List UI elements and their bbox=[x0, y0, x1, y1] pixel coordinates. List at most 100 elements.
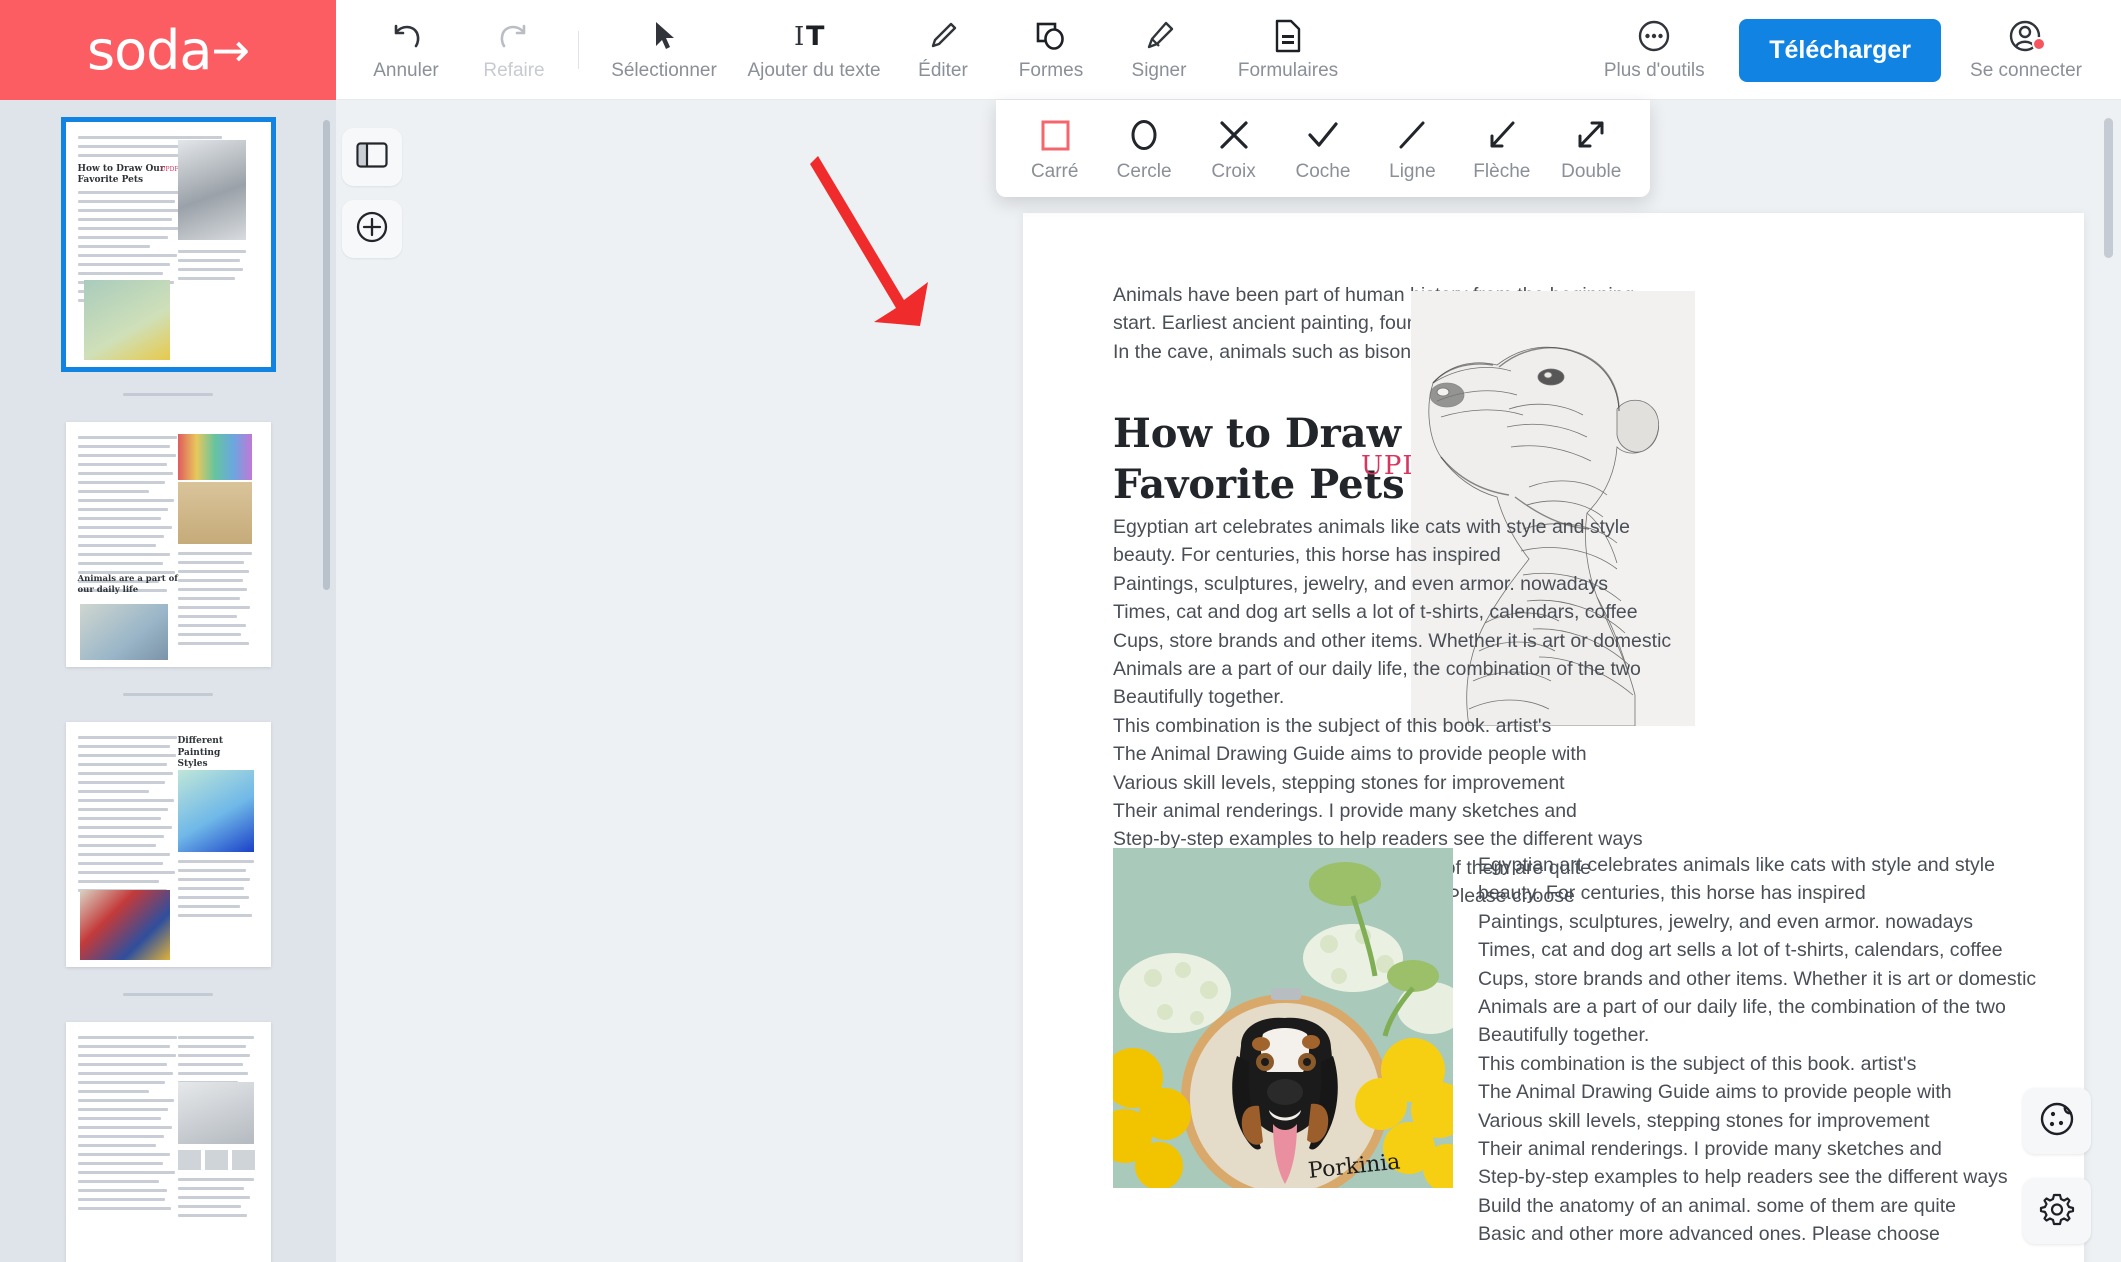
tool-sign[interactable]: Signer bbox=[1105, 0, 1213, 100]
sign-in-label: Se connecter bbox=[1970, 60, 2082, 82]
list-item[interactable]: How to Draw Our Favorite Pets UPDF bbox=[0, 122, 336, 422]
shape-option-circle[interactable]: Cercle bbox=[1101, 115, 1187, 183]
body2-line-13: Build the anatomy of an animal. some of … bbox=[1478, 1192, 2038, 1220]
toolbar-tools: Annuler Refaire Sélectionner I T Ajouter… bbox=[336, 0, 1363, 100]
sidebar-scrollbar[interactable] bbox=[323, 120, 330, 590]
tool-add-text[interactable]: I T Ajouter du texte bbox=[739, 0, 889, 100]
body2-line-1: Egyptian art celebrates animals like cat… bbox=[1478, 851, 2038, 879]
list-item[interactable] bbox=[0, 1022, 336, 1262]
tool-redo[interactable]: Refaire bbox=[460, 0, 568, 100]
thumbnail-1-note: UPDF bbox=[161, 166, 179, 173]
shape-option-double-label: Double bbox=[1561, 161, 1621, 183]
shape-option-check-label: Coche bbox=[1296, 161, 1351, 183]
thumbnail-separator bbox=[123, 993, 213, 996]
body2-line-12: Step-by-step examples to help readers se… bbox=[1478, 1163, 2038, 1191]
body2-line-11: Their animal renderings. I provide many … bbox=[1478, 1135, 2038, 1163]
thumbnail-2-brushes-image bbox=[178, 482, 252, 544]
shape-option-double-arrow[interactable]: Double bbox=[1548, 115, 1634, 183]
body-line-1: Egyptian art celebrates animals like cat… bbox=[1113, 513, 1673, 541]
sign-pen-icon bbox=[1143, 19, 1175, 53]
thumbnail-3-heading: Different Painting Styles bbox=[178, 736, 253, 771]
notification-badge bbox=[2032, 37, 2046, 51]
document-right-column: Egyptian art celebrates animals like cat… bbox=[1478, 851, 2038, 1249]
tool-more-tools[interactable]: Plus d'outils bbox=[1579, 0, 1729, 100]
document-viewport[interactable]: Animals have been part of human history … bbox=[336, 100, 2121, 1262]
thumbnail-4-corgi-image bbox=[178, 1082, 254, 1144]
square-icon bbox=[1035, 115, 1075, 155]
thumbnail-list: How to Draw Our Favorite Pets UPDF bbox=[0, 100, 336, 1262]
thumbnail-4-sketch-c bbox=[232, 1150, 255, 1170]
thumbnail-1-sketch-image bbox=[178, 140, 246, 240]
pdf-page[interactable]: Animals have been part of human history … bbox=[1023, 213, 2084, 1262]
shape-option-square[interactable]: Carré bbox=[1012, 115, 1098, 183]
body-line-3: Paintings, sculptures, jewelry, and even… bbox=[1113, 570, 1673, 598]
double-arrow-icon bbox=[1571, 115, 1611, 155]
add-circle-icon bbox=[355, 210, 389, 249]
tool-shapes[interactable]: Formes bbox=[997, 0, 1105, 100]
shape-option-line[interactable]: Ligne bbox=[1369, 115, 1455, 183]
tool-redo-label: Refaire bbox=[483, 60, 544, 82]
tool-add-text-label: Ajouter du texte bbox=[747, 60, 880, 82]
thumbnail-4-sketch-b bbox=[205, 1150, 228, 1170]
thumbnail-page-3[interactable]: Different Painting Styles bbox=[66, 722, 271, 967]
add-text-icon: I T bbox=[792, 19, 836, 53]
tool-edit[interactable]: Éditer bbox=[889, 0, 997, 100]
body-line-11: Their animal renderings. I provide many … bbox=[1113, 797, 1673, 825]
app-logo[interactable]: soda → bbox=[0, 0, 336, 100]
toggle-sidebar-button[interactable] bbox=[342, 128, 402, 186]
thumbnail-page-1[interactable]: How to Draw Our Favorite Pets UPDF bbox=[66, 122, 271, 367]
shape-option-cross[interactable]: Croix bbox=[1191, 115, 1277, 183]
body-line-8: This combination is the subject of this … bbox=[1113, 712, 1673, 740]
cookie-settings-button[interactable] bbox=[2023, 1088, 2091, 1154]
shapes-icon bbox=[1034, 19, 1068, 53]
thumbnail-page-2[interactable]: Animals are a part of our daily life bbox=[66, 422, 271, 667]
toolbar-right-group: Plus d'outils Télécharger Se connecter bbox=[1579, 0, 2121, 100]
body-line-7: Beautifully together. bbox=[1113, 683, 1673, 711]
tool-undo[interactable]: Annuler bbox=[352, 0, 460, 100]
thumbnail-2-heading: Animals are a part of our daily life bbox=[78, 574, 185, 596]
add-page-button[interactable] bbox=[342, 200, 402, 258]
tool-forms[interactable]: Formulaires bbox=[1213, 0, 1363, 100]
body-line-9: The Animal Drawing Guide aims to provide… bbox=[1113, 740, 1673, 768]
forms-document-icon bbox=[1274, 19, 1302, 53]
body2-line-4: Times, cat and dog art sells a lot of t-… bbox=[1478, 936, 2038, 964]
tool-sign-label: Signer bbox=[1132, 60, 1187, 82]
page-thumbnail-sidebar[interactable]: How to Draw Our Favorite Pets UPDF bbox=[0, 100, 336, 1262]
tool-shapes-label: Formes bbox=[1019, 60, 1083, 82]
thumbnail-page-4[interactable] bbox=[66, 1022, 271, 1262]
panel-toggle-icon bbox=[356, 142, 388, 173]
list-item[interactable]: Animals are a part of our daily life bbox=[0, 422, 336, 722]
circle-icon bbox=[1124, 115, 1164, 155]
thumbnail-1-photo-image bbox=[84, 280, 170, 360]
thumbnail-3-paint-buckets-image bbox=[80, 890, 170, 960]
shape-option-square-label: Carré bbox=[1031, 161, 1079, 183]
download-button[interactable]: Télécharger bbox=[1739, 19, 1941, 82]
tool-edit-label: Éditer bbox=[918, 60, 968, 82]
floating-action-buttons bbox=[2023, 1088, 2091, 1262]
sign-in-button[interactable]: Se connecter bbox=[1951, 0, 2101, 100]
gear-icon bbox=[2039, 1191, 2075, 1232]
tool-select[interactable]: Sélectionner bbox=[589, 0, 739, 100]
body2-line-2: beauty. For centuries, this horse has in… bbox=[1478, 879, 2038, 907]
tool-undo-label: Annuler bbox=[373, 60, 439, 82]
check-icon bbox=[1303, 115, 1343, 155]
undo-icon bbox=[389, 19, 423, 53]
brand-name: soda bbox=[87, 19, 212, 82]
body2-line-3: Paintings, sculptures, jewelry, and even… bbox=[1478, 908, 2038, 936]
account-icon bbox=[2008, 19, 2044, 53]
shape-option-arrow-label: Flèche bbox=[1473, 161, 1530, 183]
shape-option-arrow[interactable]: Flèche bbox=[1459, 115, 1545, 183]
thumbnail-separator bbox=[123, 393, 213, 396]
thumbnail-4-sketch-a bbox=[178, 1150, 201, 1170]
body2-line-6: Animals are a part of our daily life, th… bbox=[1478, 993, 2038, 1021]
toolbar-divider bbox=[578, 31, 579, 69]
settings-button[interactable] bbox=[2023, 1178, 2091, 1244]
embroidery-photo-image: Porkinia bbox=[1113, 848, 1453, 1188]
document-scrollbar[interactable] bbox=[2104, 118, 2113, 258]
shape-option-circle-label: Cercle bbox=[1117, 161, 1172, 183]
line-icon bbox=[1392, 115, 1432, 155]
thumbnail-2-photo-image bbox=[80, 604, 168, 660]
list-item[interactable]: Different Painting Styles bbox=[0, 722, 336, 1022]
redo-icon bbox=[497, 19, 531, 53]
shape-option-check[interactable]: Coche bbox=[1280, 115, 1366, 183]
